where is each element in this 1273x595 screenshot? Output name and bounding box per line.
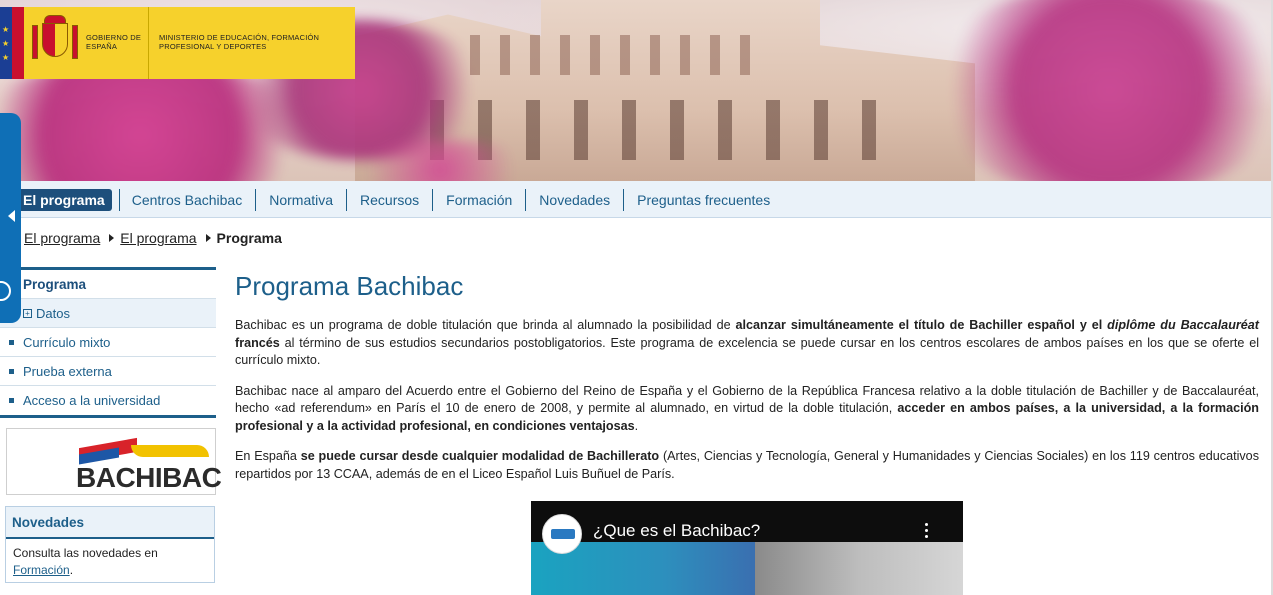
header-banner: ★ ★ ★ GOBIERNO DE ESPAÑA MINISTERIO DE EDU… <box>0 0 1273 181</box>
government-logo[interactable]: ★ ★ ★ GOBIERNO DE ESPAÑA MINISTERIO DE EDU… <box>0 7 355 79</box>
main-nav: El programa Centros Bachibac Normativa R… <box>0 181 1273 218</box>
emphasis-italic-text: diplôme du Baccalauréat <box>1107 318 1259 332</box>
sidebar-item-datos[interactable]: + Datos <box>0 299 216 328</box>
breadcrumb: El programa El programa Programa <box>24 230 282 246</box>
bullet-icon <box>9 369 14 374</box>
text-span: En España <box>235 449 301 463</box>
spain-paragraph: En España se puede cursar desde cualquie… <box>235 448 1259 483</box>
sidebar-menu: Programa + Datos Currículo mixto Prueba … <box>0 267 216 418</box>
sidebar-item-label: Prueba externa <box>23 364 112 379</box>
breadcrumb-separator-icon <box>109 234 115 242</box>
sidebar-item-acceso-universidad[interactable]: Acceso a la universidad <box>0 386 216 415</box>
coat-of-arms-icon <box>24 7 86 79</box>
nav-item-preguntas-frecuentes[interactable]: Preguntas frecuentes <box>624 189 783 211</box>
video-thumbnail <box>755 542 963 595</box>
accessibility-side-tab[interactable] <box>0 113 21 323</box>
text-span: al término de sus estudios secundarios p… <box>235 335 1259 368</box>
video-title[interactable]: ¿Que es el Bachibac? <box>593 521 760 541</box>
gobierno-label: GOBIERNO DE ESPAÑA <box>86 33 142 51</box>
sidebar-item-label: Currículo mixto <box>23 335 111 350</box>
news-box-period: . <box>69 563 74 577</box>
logo-yellow-stripe <box>131 445 209 457</box>
blossom-decoration <box>930 0 1273 181</box>
sidebar-item-curriculo-mixto[interactable]: Currículo mixto <box>0 328 216 357</box>
sidebar-item-programa[interactable]: Programa <box>0 270 216 299</box>
channel-avatar[interactable] <box>542 514 582 554</box>
nav-item-novedades[interactable]: Novedades <box>526 188 625 211</box>
breadcrumb-link[interactable]: El programa <box>120 230 196 246</box>
bachibac-logo-text: BACHIBAC <box>76 462 222 493</box>
nav-item-recursos[interactable]: Recursos <box>347 188 434 211</box>
more-options-icon[interactable] <box>920 523 932 543</box>
sidebar-item-label: Programa <box>23 277 87 292</box>
news-box-body: Consulta las novedades en Formación. <box>6 539 214 585</box>
nav-item-normativa[interactable]: Normativa <box>256 188 348 211</box>
emphasis-text: se puede cursar desde cualquier modalida… <box>300 449 660 463</box>
emphasis-text: francés <box>235 335 280 350</box>
intro-paragraph: Bachibac es un programa de doble titulac… <box>235 317 1259 370</box>
breadcrumb-current: Programa <box>216 230 282 246</box>
nav-item-formacion[interactable]: Formación <box>433 188 527 211</box>
building-roof <box>470 35 770 75</box>
sidebar-item-prueba-externa[interactable]: Prueba externa <box>0 357 216 386</box>
news-box: Novedades Consulta las novedades en Form… <box>5 506 215 583</box>
plus-icon: + <box>23 309 32 318</box>
sidebar-item-label: Acceso a la universidad <box>23 393 161 408</box>
news-formacion-link[interactable]: Formación <box>13 563 70 577</box>
breadcrumb-link[interactable]: El programa <box>24 230 100 246</box>
accessibility-icon <box>0 281 11 301</box>
video-player[interactable]: ¿Que es el Bachibac? <box>531 501 963 595</box>
bullet-icon <box>9 398 14 403</box>
page-title: Programa Bachibac <box>235 271 464 301</box>
nav-item-centros-bachibac[interactable]: Centros Bachibac <box>119 188 257 211</box>
main-content: Programa Bachibac Bachibac es un program… <box>235 268 1259 496</box>
text-span: . <box>634 418 639 433</box>
eu-flag-icon: ★ ★ ★ <box>0 7 24 79</box>
sidebar-item-label: Datos <box>36 306 70 321</box>
breadcrumb-separator-icon <box>205 234 211 242</box>
news-box-text: Consulta las novedades en <box>13 546 158 560</box>
sidebar: Programa + Datos Currículo mixto Prueba … <box>0 267 216 418</box>
agreement-paragraph: Bachibac nace al amparo del Acuerdo entr… <box>235 383 1259 436</box>
nav-item-el-programa[interactable]: El programa <box>6 188 120 211</box>
ministerio-label: MINISTERIO DE EDUCACIÓN, FORMACIÓN PROFE… <box>159 33 320 51</box>
emphasis-text: alcanzar simultáneamente el título de Ba… <box>735 318 1108 332</box>
news-box-title: Novedades <box>6 507 214 539</box>
text-span: Bachibac es un programa de doble titulac… <box>235 318 736 332</box>
bachibac-logo[interactable]: BACHIBAC <box>6 428 222 495</box>
chevron-left-icon <box>8 210 15 222</box>
bullet-icon <box>9 340 14 345</box>
